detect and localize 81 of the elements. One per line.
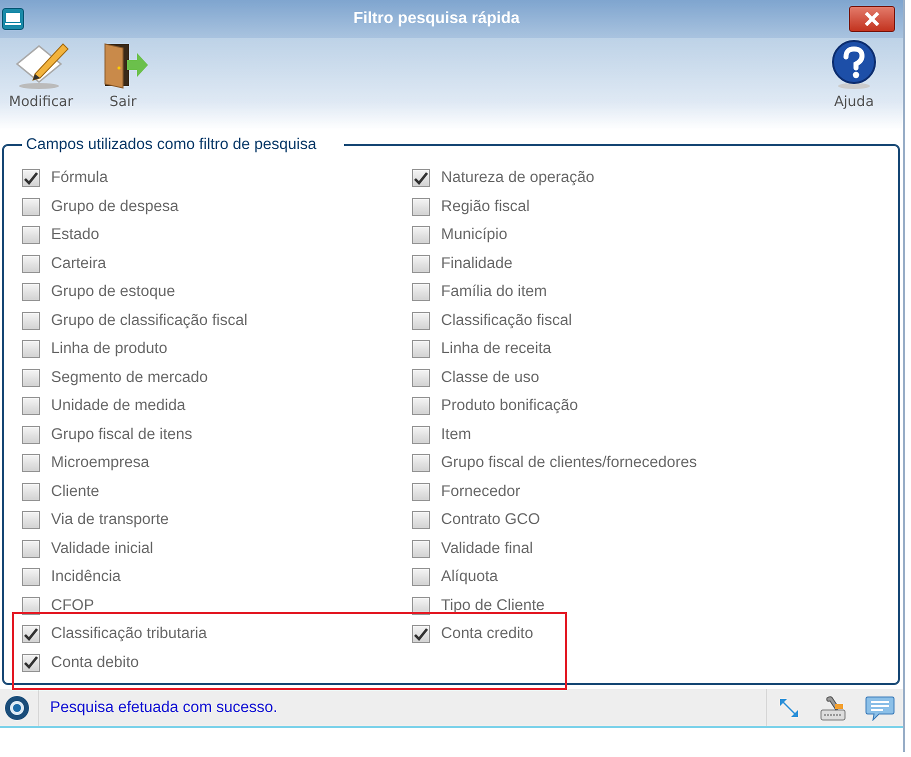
checkbox-label: Produto bonificação bbox=[441, 397, 578, 416]
checkbox-label: Contrato GCO bbox=[441, 511, 540, 530]
checkbox-label: Grupo fiscal de itens bbox=[51, 426, 192, 444]
checkbox[interactable] bbox=[22, 312, 40, 330]
checkbox[interactable] bbox=[412, 540, 430, 558]
help-button[interactable]: Ajuda bbox=[819, 40, 889, 128]
checkbox[interactable] bbox=[22, 454, 40, 472]
checkbox[interactable] bbox=[22, 482, 40, 501]
checkbox[interactable] bbox=[22, 226, 40, 244]
window-title: Filtro pesquisa rápida bbox=[352, 10, 521, 28]
checkbox-label: Alíquota bbox=[441, 568, 498, 586]
checkbox-label: Classificação fiscal bbox=[441, 312, 572, 330]
checkbox-label: Região fiscal bbox=[441, 198, 530, 216]
checkbox[interactable] bbox=[22, 368, 40, 387]
checkbox[interactable] bbox=[22, 625, 40, 644]
checkbox-label: Fórmula bbox=[51, 169, 108, 188]
checkbox-label: Cliente bbox=[51, 482, 100, 501]
checkbox[interactable] bbox=[412, 226, 430, 244]
app-icon bbox=[2, 8, 24, 30]
checkbox[interactable] bbox=[412, 198, 430, 216]
checkbox-label: Linha de receita bbox=[441, 340, 552, 358]
checkbox-label: Incidência bbox=[51, 568, 121, 586]
edit-button[interactable]: Modificar bbox=[6, 40, 76, 128]
help-icon bbox=[830, 40, 878, 90]
checkbox[interactable] bbox=[412, 568, 430, 586]
checkbox[interactable] bbox=[22, 540, 40, 558]
checkbox-label: Fornecedor bbox=[441, 482, 520, 501]
checkbox[interactable] bbox=[22, 169, 40, 188]
checkbox[interactable] bbox=[22, 654, 40, 672]
checkbox-label: Conta credito bbox=[441, 625, 534, 644]
checkbox-label: Classificação tributaria bbox=[51, 625, 207, 644]
checkbox-label: Grupo de despesa bbox=[51, 198, 179, 216]
close-button[interactable] bbox=[849, 6, 895, 32]
checkbox[interactable] bbox=[22, 254, 40, 273]
checkbox-label: Classe de uso bbox=[441, 368, 540, 387]
checkbox-label: Via de transporte bbox=[51, 511, 169, 530]
checkbox-label: Segmento de mercado bbox=[51, 368, 208, 387]
checkbox-label: Estado bbox=[51, 226, 100, 244]
checkbox-label: Validade final bbox=[441, 540, 533, 558]
checkbox-label: Grupo fiscal de clientes/fornecedores bbox=[441, 454, 697, 472]
checkbox-label: Unidade de medida bbox=[51, 397, 186, 416]
message-icon[interactable] bbox=[865, 694, 895, 720]
checkbox-label: Carteira bbox=[51, 254, 106, 273]
status-message: Pesquisa efetuada com sucesso. bbox=[38, 689, 766, 726]
checkbox[interactable] bbox=[22, 511, 40, 530]
checkbox-label: Item bbox=[441, 426, 472, 444]
checkbox[interactable] bbox=[412, 397, 430, 416]
checkbox[interactable] bbox=[412, 368, 430, 387]
checkbox-label: Município bbox=[441, 226, 508, 244]
checkbox-label: CFOP bbox=[51, 596, 94, 615]
close-icon bbox=[863, 12, 881, 26]
checkbox[interactable] bbox=[412, 283, 430, 302]
checkbox[interactable] bbox=[412, 454, 430, 472]
checkbox-label: Conta debito bbox=[51, 654, 139, 672]
checkbox-label: Grupo de classificação fiscal bbox=[51, 312, 248, 330]
checkbox[interactable] bbox=[412, 340, 430, 358]
checkbox-label: Linha de produto bbox=[51, 340, 168, 358]
checkbox-label: Família do item bbox=[441, 283, 547, 302]
checkbox-label: Natureza de operação bbox=[441, 169, 594, 188]
checkbox[interactable] bbox=[412, 254, 430, 273]
checkbox[interactable] bbox=[412, 482, 430, 501]
checkbox-label: Validade inicial bbox=[51, 540, 154, 558]
wrench-keyboard-icon[interactable] bbox=[819, 694, 847, 722]
checkbox[interactable] bbox=[22, 568, 40, 586]
checkbox[interactable] bbox=[412, 511, 430, 530]
checkbox[interactable] bbox=[22, 283, 40, 302]
checkbox[interactable] bbox=[412, 312, 430, 330]
exit-button[interactable]: Sair bbox=[88, 40, 158, 128]
checkbox-label: Microempresa bbox=[51, 454, 150, 472]
checkbox[interactable] bbox=[22, 426, 40, 444]
checkbox[interactable] bbox=[412, 625, 430, 644]
checkbox[interactable] bbox=[22, 340, 40, 358]
checkbox[interactable] bbox=[412, 426, 430, 444]
checkbox[interactable] bbox=[22, 198, 40, 216]
checkbox-label: Finalidade bbox=[441, 254, 513, 273]
checkbox[interactable] bbox=[22, 397, 40, 416]
group-legend: Campos utilizados como filtro de pesquisa bbox=[22, 136, 344, 154]
checkbox-label: Grupo de estoque bbox=[51, 283, 176, 302]
checkbox-label: Tipo de Cliente bbox=[441, 596, 545, 615]
checkbox[interactable] bbox=[412, 169, 430, 188]
app-logo-icon bbox=[4, 694, 30, 720]
